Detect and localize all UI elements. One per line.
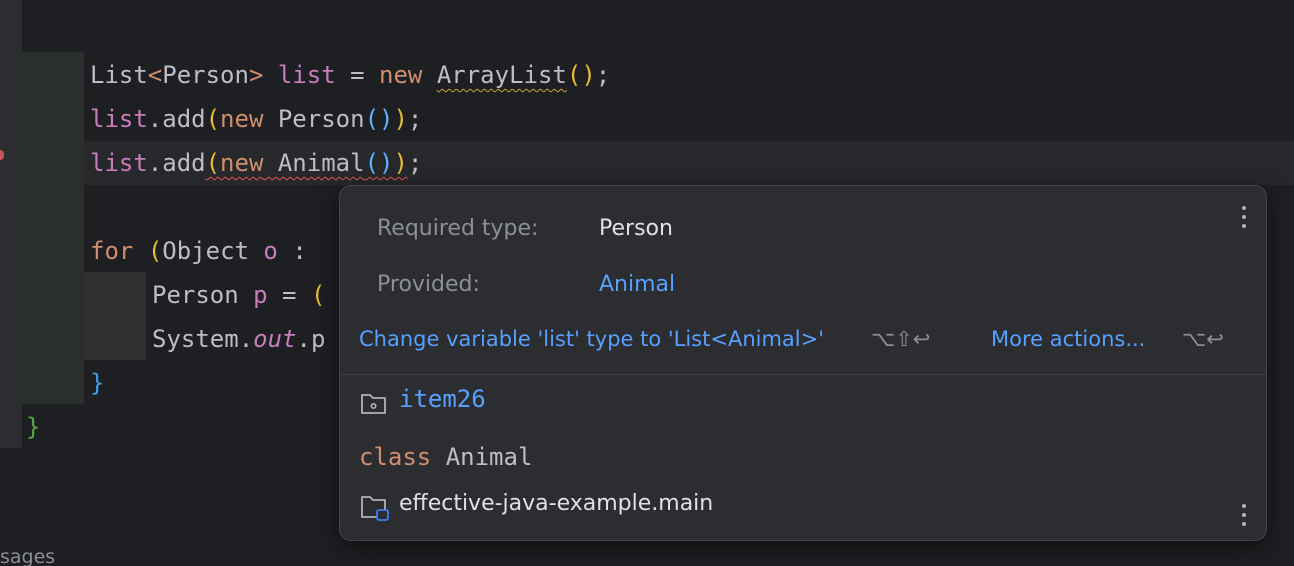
keyword-new: new	[379, 61, 423, 89]
module-folder-icon	[361, 496, 389, 521]
error-tooltip-popup: Required type: Person Provided: Animal C…	[339, 185, 1267, 541]
variable-token: list	[90, 105, 148, 133]
type-error-argument[interactable]: (new Animal())	[206, 149, 408, 177]
type-token: Animal	[277, 149, 365, 177]
type-token: Object	[162, 237, 249, 265]
popup-divider	[340, 374, 1266, 375]
code-line-6[interactable]: System.out.p	[152, 317, 325, 361]
dot-token: .	[238, 325, 254, 353]
class-declaration: class Animal	[359, 443, 532, 471]
method-token: .add	[147, 149, 206, 177]
required-type-value: Person	[599, 216, 673, 241]
code-line-8[interactable]: }	[26, 405, 40, 449]
popup-menu-icon-bottom[interactable]	[1239, 504, 1249, 532]
semicolon-token: ;	[407, 149, 423, 177]
code-line-5[interactable]: Person p = (	[152, 273, 325, 317]
provided-type-link[interactable]: Animal	[599, 272, 675, 297]
package-folder-icon	[361, 394, 386, 414]
more-actions-link[interactable]: More actions...	[991, 327, 1145, 351]
type-token: List	[90, 61, 148, 89]
semicolon-token: ;	[407, 105, 423, 133]
paren-token: (	[147, 237, 163, 265]
generic-close: >	[248, 61, 264, 89]
code-line-4[interactable]: for (Object o :	[90, 229, 307, 273]
colon-token: :	[277, 237, 307, 265]
inner-scope-highlight	[84, 272, 146, 360]
assign-token: =	[267, 281, 311, 309]
package-link[interactable]: item26	[399, 385, 486, 413]
type-token: Person	[277, 105, 365, 133]
class-name: Animal	[445, 443, 533, 471]
type-token: Person	[152, 281, 239, 309]
variable-token: list	[90, 149, 148, 177]
generic-open: <	[147, 61, 163, 89]
keyword-new: new	[220, 149, 264, 177]
type-token: Person	[162, 61, 249, 89]
closing-brace: }	[26, 413, 41, 441]
popup-menu-icon[interactable]	[1239, 206, 1249, 234]
field-token: out	[253, 325, 297, 353]
keyword-for: for	[90, 237, 134, 265]
method-token: .add	[147, 105, 206, 133]
provided-type-label: Provided:	[377, 272, 480, 297]
quick-fix-shortcut: ⌥⇧↩	[871, 327, 931, 351]
variable-token: list	[277, 61, 336, 89]
paren-token: ()	[566, 61, 596, 89]
semicolon-token: ;	[595, 61, 611, 89]
paren-token: )	[393, 105, 408, 133]
tool-window-label[interactable]: sages	[0, 546, 55, 566]
paren-token: ()	[364, 149, 394, 177]
paren-token: )	[393, 149, 408, 177]
code-line-1[interactable]: List<Person> list = new ArrayList();	[90, 53, 610, 97]
paren-token: ()	[364, 105, 394, 133]
method-token: .p	[296, 325, 326, 353]
keyword-new: new	[220, 105, 264, 133]
code-line-2[interactable]: list.add(new Person());	[90, 97, 422, 141]
raw-type-warning[interactable]: ArrayList	[437, 61, 567, 89]
paren-token: (	[310, 281, 326, 309]
paren-token: (	[205, 105, 221, 133]
editor-gutter	[0, 0, 22, 448]
module-name: effective-java-example.main	[399, 491, 714, 516]
code-line-7[interactable]: }	[90, 361, 104, 405]
more-actions-shortcut: ⌥↩	[1182, 327, 1224, 351]
variable-token: o	[263, 237, 278, 265]
required-type-label: Required type:	[377, 216, 539, 241]
quick-fix-action[interactable]: Change variable 'list' type to 'List<Ani…	[359, 327, 824, 351]
class-keyword: class	[359, 443, 432, 471]
paren-token: (	[205, 149, 221, 177]
code-line-3[interactable]: list.add(new Animal());	[90, 141, 422, 185]
closing-brace: }	[90, 369, 105, 397]
variable-token: p	[253, 281, 268, 309]
class-token: System	[152, 325, 239, 353]
assign-token: =	[335, 61, 380, 89]
scope-highlight	[22, 52, 84, 404]
